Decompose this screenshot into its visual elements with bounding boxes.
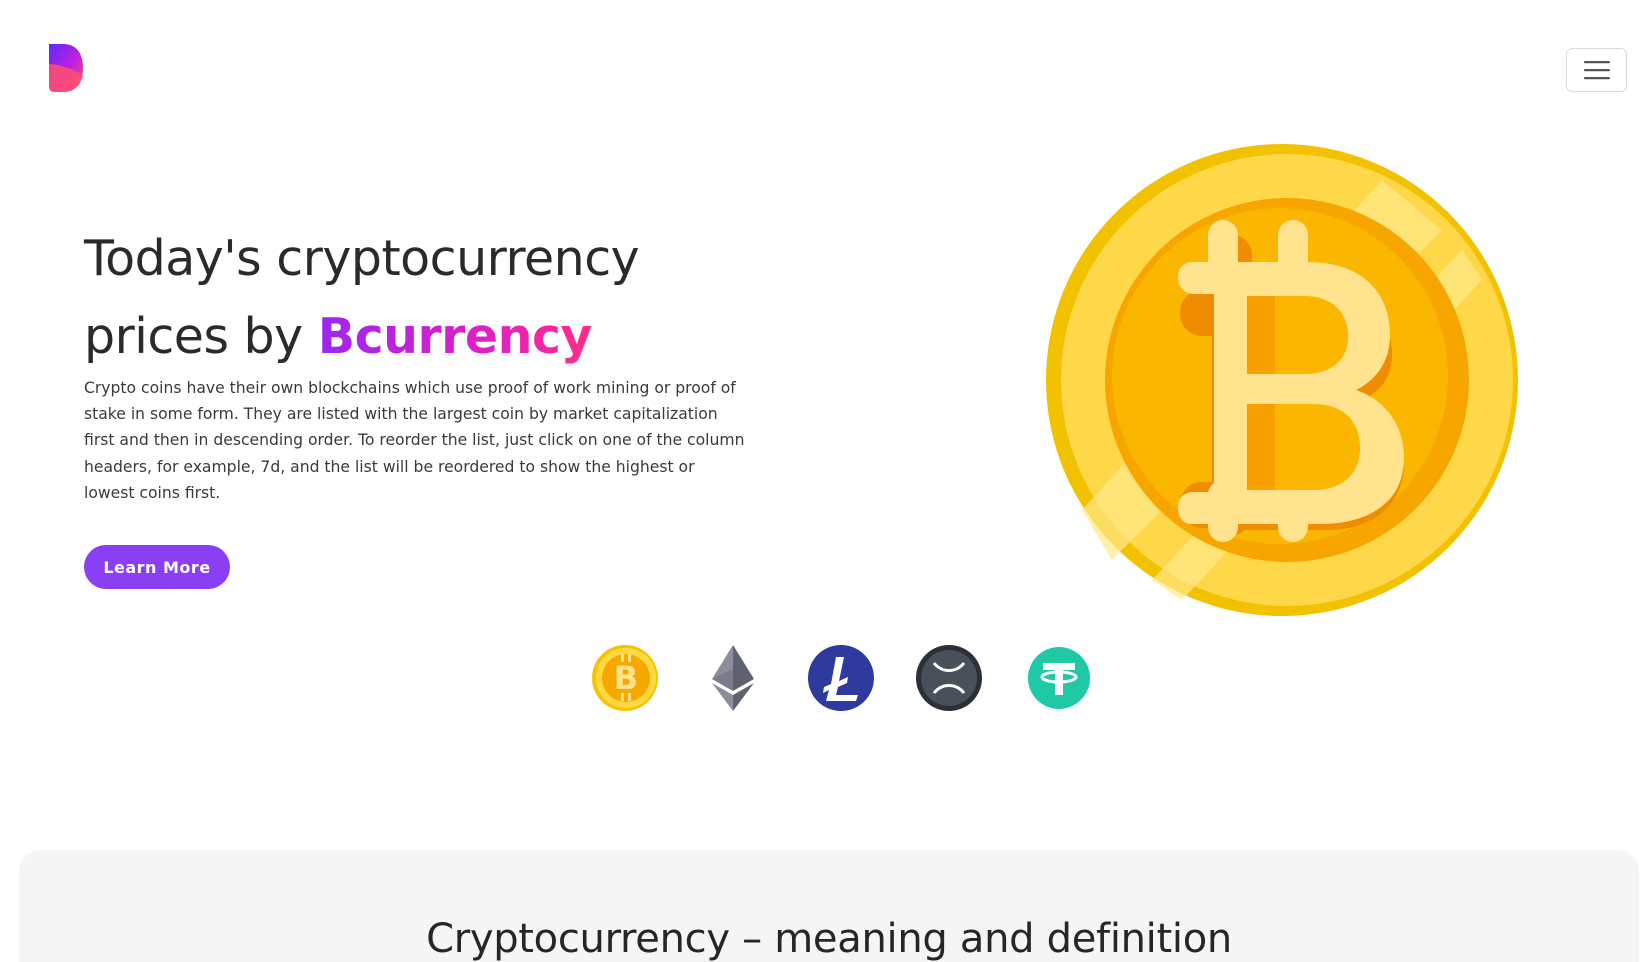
brand-name: Bcurrency xyxy=(317,308,593,365)
ethereum-icon[interactable] xyxy=(698,643,768,713)
hero-title-prefix: prices by xyxy=(84,308,318,365)
bcurrency-logo-icon[interactable] xyxy=(47,42,85,94)
page: Today's cryptocurrency prices by Bcurren… xyxy=(0,0,1644,962)
definition-section: Cryptocurrency – meaning and definition xyxy=(19,850,1639,962)
hero-description: Crypto coins have their own blockchains … xyxy=(84,379,745,502)
litecoin-icon[interactable] xyxy=(806,643,876,713)
tether-icon[interactable] xyxy=(1024,643,1094,713)
hero-title-line1: Today's cryptocurrency xyxy=(84,230,640,287)
menu-toggle-button[interactable] xyxy=(1566,48,1627,92)
bitcoin-coin-icon xyxy=(1046,144,1518,616)
section-title: Cryptocurrency – meaning and definition xyxy=(426,916,1232,962)
svg-text:B: B xyxy=(614,659,638,697)
xrp-icon[interactable] xyxy=(914,643,984,713)
learn-more-button[interactable]: Learn More xyxy=(84,545,230,589)
hamburger-menu-icon xyxy=(1583,61,1610,80)
bitcoin-icon[interactable]: B xyxy=(590,643,660,713)
hero-title: Today's cryptocurrency prices by Bcurren… xyxy=(84,220,804,376)
